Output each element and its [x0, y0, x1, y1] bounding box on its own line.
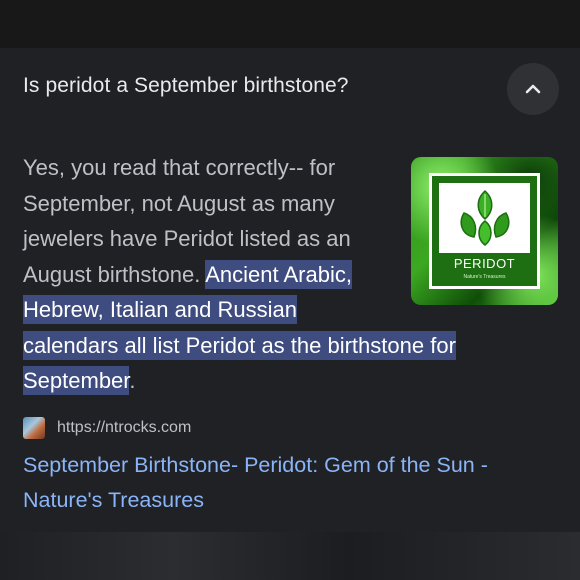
question-heading[interactable]: Is peridot a September birthstone?: [23, 74, 349, 98]
answer-highlight-continued: calendars all list Peridot as the births…: [23, 330, 456, 395]
collapse-button[interactable]: [507, 63, 559, 115]
site-favicon-icon: [23, 417, 45, 439]
source-url[interactable]: https://ntrocks.com: [57, 419, 191, 437]
answer-tail-line: calendars all list Peridot as the births…: [23, 328, 503, 399]
result-link-title[interactable]: September Birthstone- Peridot: Gem of th…: [23, 448, 543, 518]
thumbnail-label: PERIDOT: [453, 256, 516, 271]
thumbnail-sublabel: Nature's Treasures: [463, 274, 506, 280]
leaves-icon: [460, 189, 509, 246]
bottom-strip: [0, 532, 580, 580]
thumbnail-logo: [439, 183, 530, 253]
answer-text: Yes, you read that correctly-- for Septe…: [23, 150, 456, 399]
peridot-thumbnail[interactable]: PERIDOT Nature's Treasures: [411, 157, 558, 305]
source-row[interactable]: https://ntrocks.com: [23, 417, 191, 439]
answer-end: .: [129, 368, 136, 393]
top-strip: [0, 0, 580, 48]
thumbnail-frame: PERIDOT Nature's Treasures: [429, 173, 540, 289]
chevron-up-icon: [525, 84, 541, 94]
